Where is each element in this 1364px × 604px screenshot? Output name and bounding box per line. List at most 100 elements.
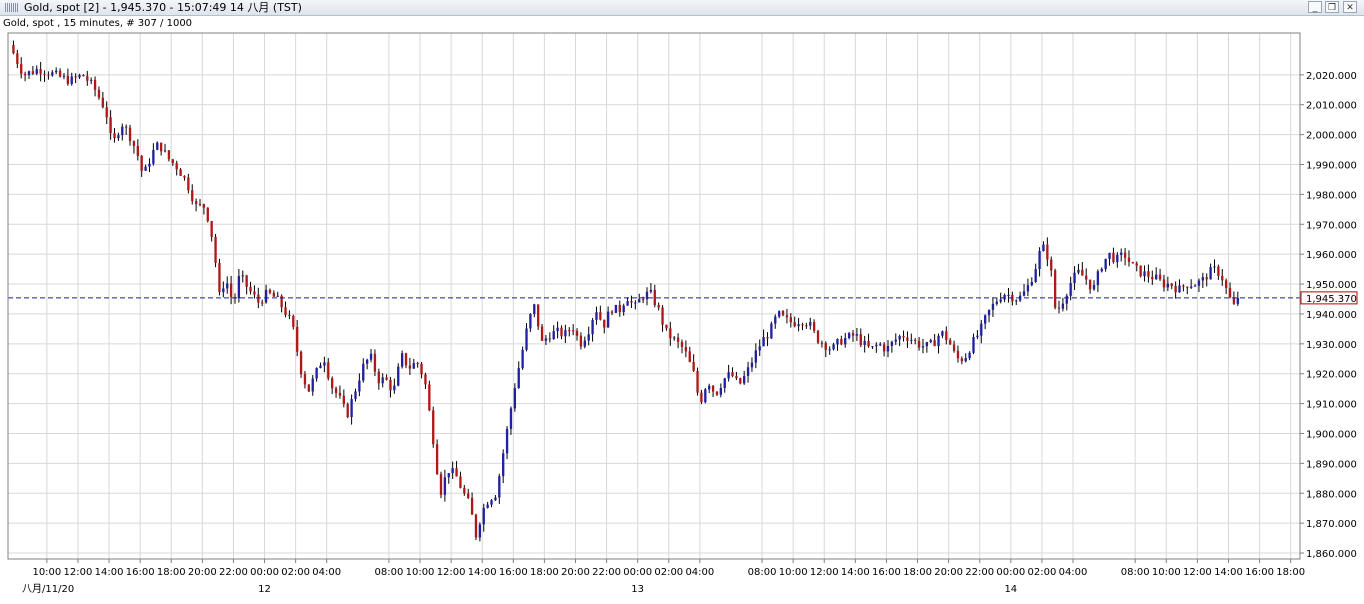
candle-up (494, 497, 497, 501)
candle-down (914, 339, 917, 341)
candle-up (315, 368, 318, 379)
candle-down (676, 337, 680, 342)
y-axis: 2,020.000 2,010.000 2,000.000 1,990.000 1,98… (1300, 71, 1357, 560)
candle-up (478, 524, 482, 538)
candle-down (812, 322, 816, 331)
candle-down (257, 294, 260, 303)
candle-down (307, 384, 311, 392)
candle-up (894, 339, 897, 342)
candle-up (987, 309, 991, 316)
candle-down (731, 372, 734, 377)
candle-down (1112, 252, 1115, 263)
x-tick-label: 04:00 (685, 567, 714, 578)
candle-down (1221, 275, 1224, 281)
candle-up (634, 302, 637, 304)
candle-down (261, 302, 264, 304)
candle-up (70, 76, 73, 84)
y-tick-label: 1,920.000 (1306, 370, 1357, 381)
x-tick-label: 22:00 (219, 567, 248, 578)
candle-down (74, 76, 77, 78)
candle-down (101, 97, 105, 108)
candle-up (622, 305, 625, 313)
candle-down (346, 404, 349, 418)
candle-up (809, 322, 812, 326)
candle-down (408, 365, 412, 369)
candle-down (385, 377, 388, 380)
candle-down (859, 334, 862, 345)
candle-up (583, 340, 586, 347)
candle-down (956, 350, 960, 359)
candle-up (626, 301, 629, 306)
candle-down (463, 487, 466, 494)
candle-up (237, 276, 241, 299)
candle-up (1038, 251, 1041, 270)
candle-down (132, 141, 136, 146)
candle-up (964, 358, 967, 362)
candle-down (20, 64, 23, 74)
candle-up (1197, 280, 1201, 286)
candle-down (1170, 283, 1173, 286)
candle-down (820, 342, 824, 344)
candle-up (397, 366, 400, 386)
candle-down (641, 299, 645, 301)
candle-up (323, 362, 326, 366)
candle-down (789, 317, 792, 323)
candle-down (331, 378, 334, 389)
candle-up (855, 334, 859, 336)
candle-up (529, 313, 532, 329)
candle-down (272, 292, 276, 297)
candle-down (342, 395, 345, 405)
candle-down (159, 142, 163, 152)
candle-down (420, 363, 423, 375)
candle-up (533, 304, 536, 314)
candle-up (828, 349, 831, 351)
candle-down (1158, 274, 1162, 280)
y-tick-label: 1,940.000 (1306, 310, 1357, 321)
candle-up (910, 339, 913, 341)
candle-up (836, 339, 839, 345)
candle-down (93, 79, 97, 90)
candle-up (743, 375, 746, 384)
candle-up (311, 378, 314, 392)
candle-down (618, 304, 621, 313)
candle-down (140, 155, 143, 171)
x-tick-label: 02:00 (654, 567, 683, 578)
candle-up (505, 428, 509, 454)
candle-up (797, 324, 800, 327)
x-tick-label: 16:00 (1245, 567, 1274, 578)
candle-down (194, 201, 198, 205)
candle-up (879, 344, 882, 346)
candle-up (972, 337, 975, 353)
candle-up (976, 335, 979, 338)
candle-down (1053, 270, 1057, 308)
candle-down (1217, 266, 1220, 276)
candle-up (35, 69, 38, 74)
candle-up (1077, 269, 1080, 273)
candle-up (381, 377, 384, 384)
candle-up (486, 504, 489, 508)
candle-up (921, 346, 925, 348)
candle-down (711, 385, 715, 392)
candle-down (229, 283, 233, 298)
candle-down (128, 127, 132, 142)
candle-up (1143, 271, 1146, 277)
candle-up (544, 338, 548, 341)
candle-up (1201, 277, 1204, 281)
candle-down (210, 221, 213, 237)
candle-up (925, 342, 929, 347)
candle-down (700, 392, 703, 403)
current-price-label: 1,945.370 (1306, 294, 1357, 305)
candle-up (1166, 283, 1170, 288)
candle-down (214, 236, 217, 263)
price-chart[interactable]: 1,945.370 2,020.000 2,010.000 2,000.000 1,9… (0, 0, 1364, 604)
candle-down (560, 327, 563, 337)
candle-up (1116, 254, 1119, 263)
candle-up (758, 346, 761, 351)
candle-up (638, 299, 641, 303)
candle-up (365, 359, 369, 364)
x-tick-label: 18:00 (1276, 567, 1305, 578)
candle-up (999, 299, 1002, 302)
candle-up (832, 344, 835, 350)
candle-down (571, 330, 575, 332)
candle-down (218, 262, 221, 293)
